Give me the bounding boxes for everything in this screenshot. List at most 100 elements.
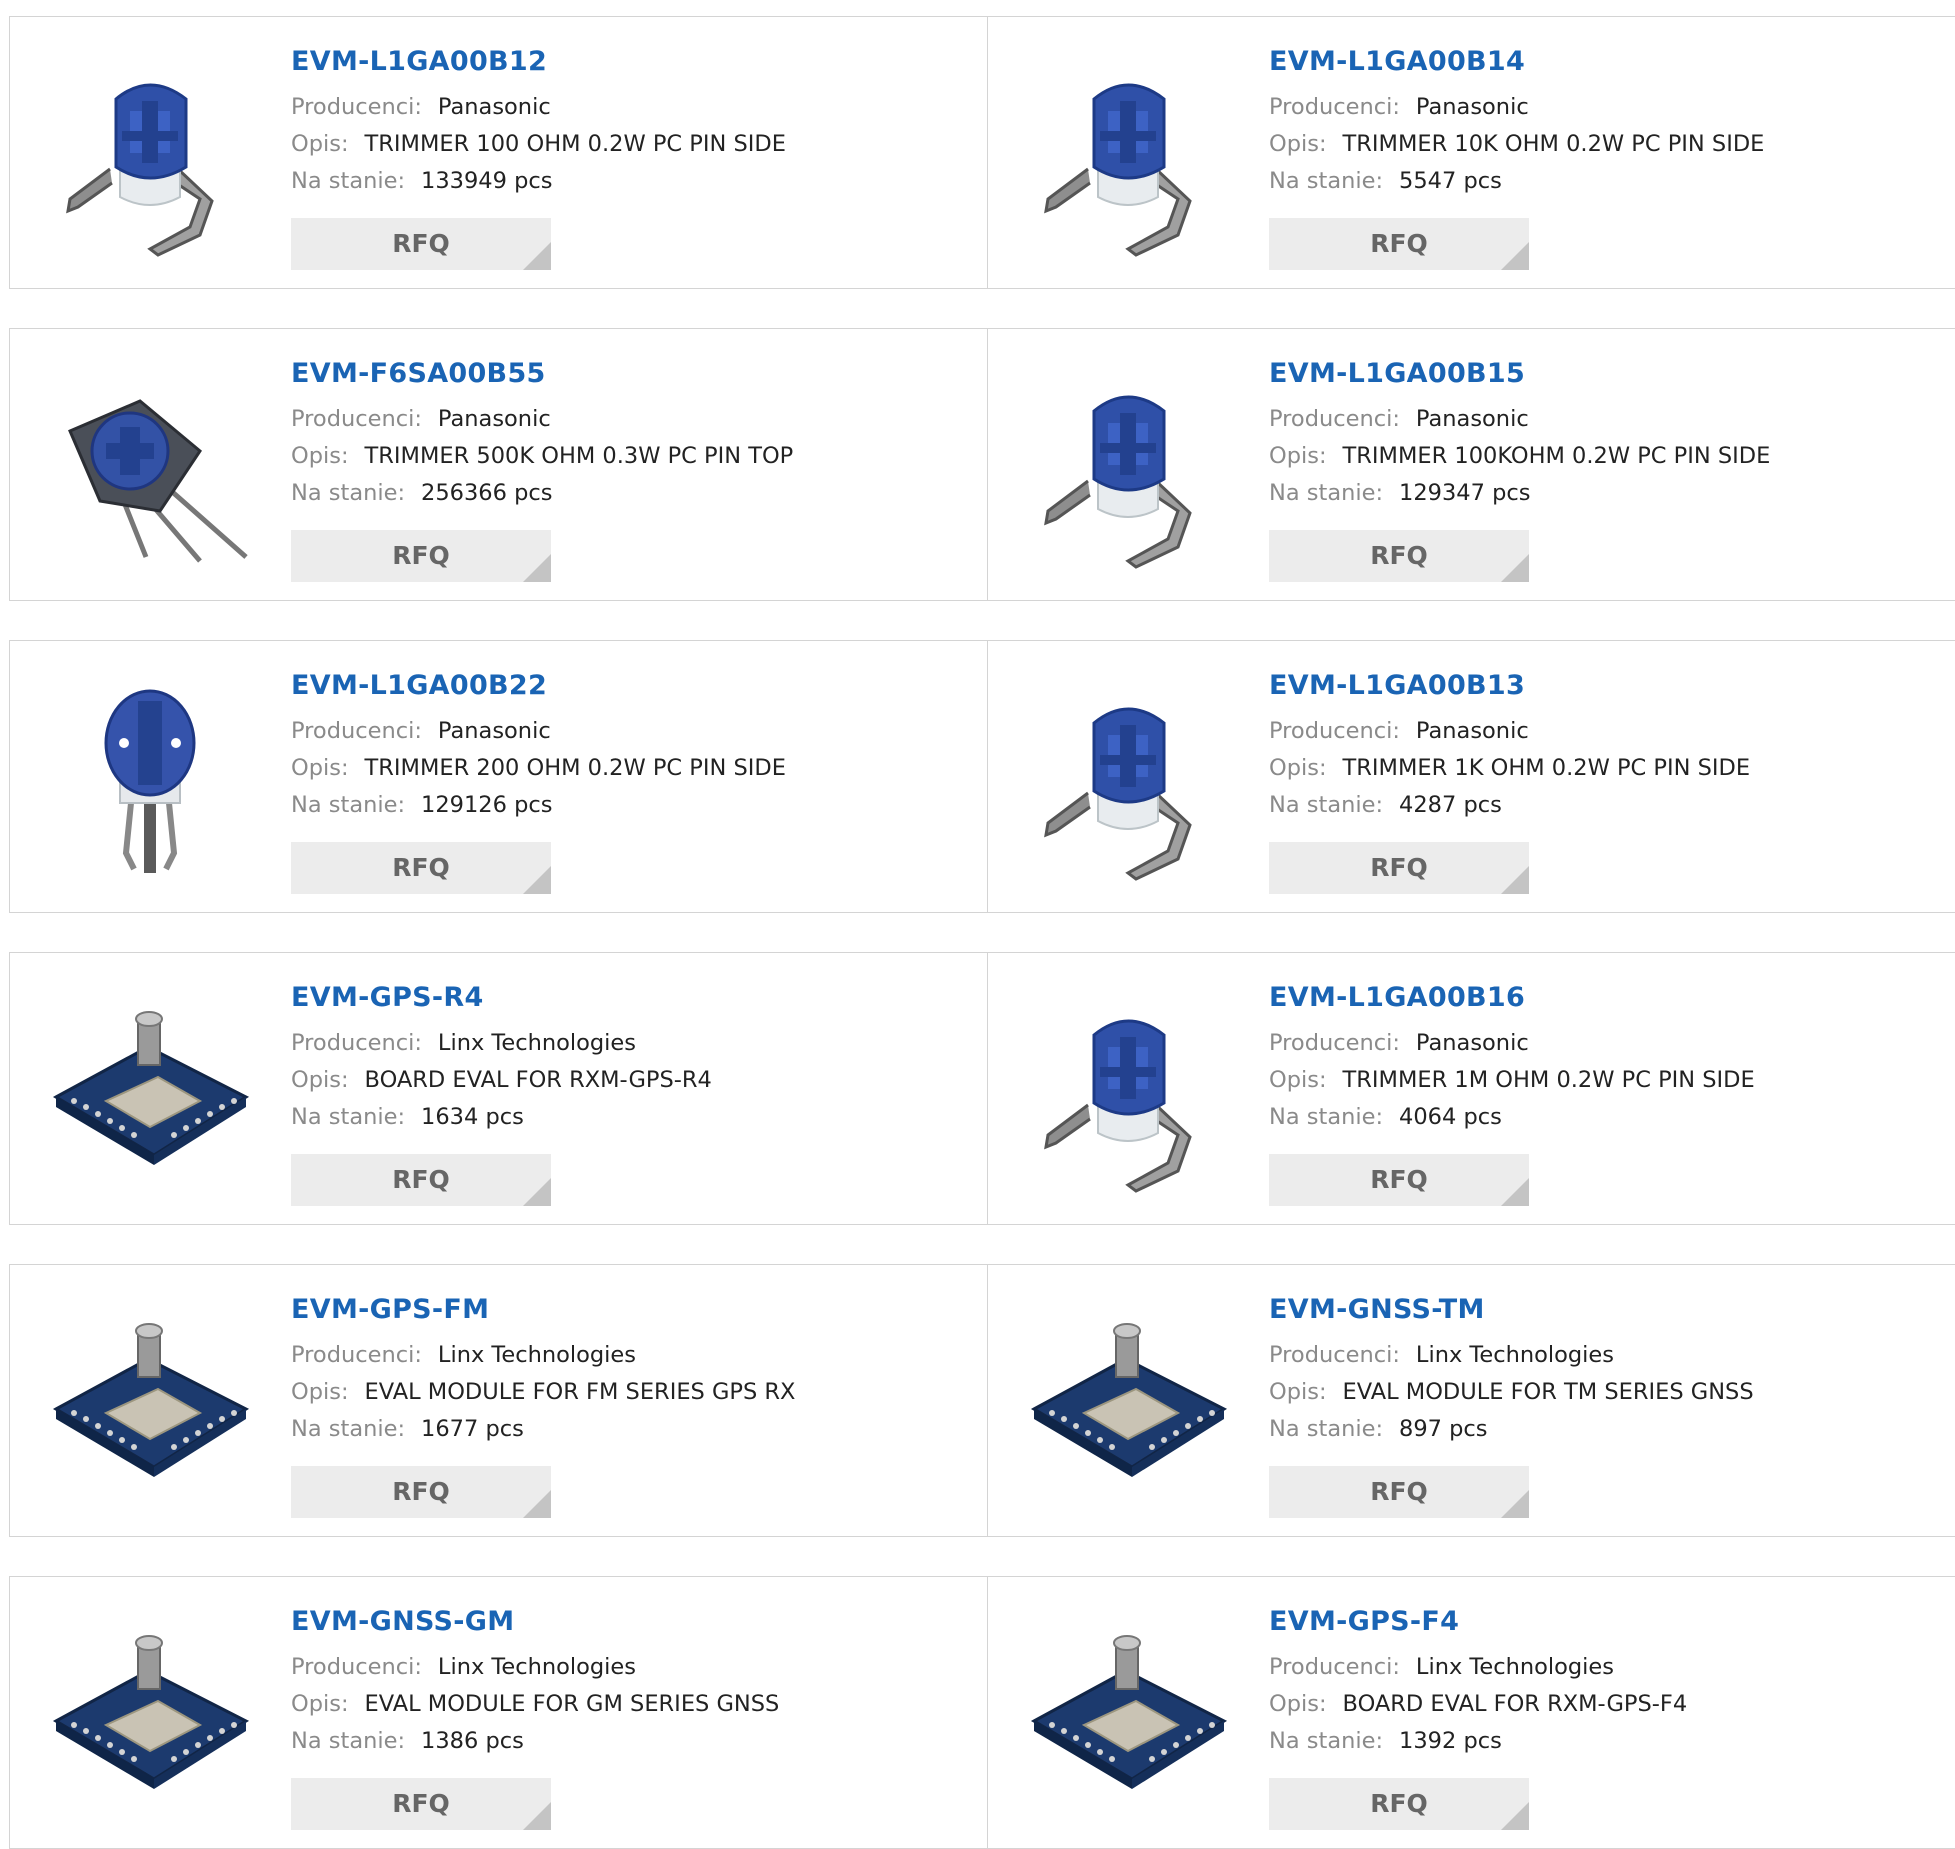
part-number-link[interactable]: EVM-F6SA00B55	[291, 357, 793, 391]
part-number-link[interactable]: EVM-GPS-FM	[291, 1293, 795, 1327]
rfq-button[interactable]: RFQ	[1269, 218, 1529, 270]
rfq-button[interactable]: RFQ	[291, 1466, 551, 1518]
rfq-button[interactable]: RFQ	[1269, 1778, 1529, 1830]
description-label: Opis:	[1269, 1379, 1327, 1405]
manufacturer-row: Producenci: Linx Technologies	[291, 1649, 779, 1686]
part-number-link[interactable]: EVM-L1GA00B12	[291, 45, 786, 79]
manufacturer-label: Producenci:	[1269, 1342, 1400, 1368]
stock-label: Na stanie:	[1269, 1728, 1384, 1754]
description-value: EVAL MODULE FOR GM SERIES GNSS	[364, 1691, 780, 1717]
part-number-link[interactable]: EVM-L1GA00B22	[291, 669, 786, 703]
product-info: EVM-GNSS-TM Producenci: Linx Technologies O…	[1269, 1293, 1754, 1448]
rfq-corner-triangle	[1501, 242, 1529, 270]
stock-row: Na stanie: 133949 pcs	[291, 163, 786, 200]
product-image[interactable]	[50, 985, 250, 1195]
rfq-button[interactable]: RFQ	[1269, 842, 1529, 894]
manufacturer-row: Producenci: Panasonic	[1269, 713, 1750, 750]
product-info: EVM-GPS-F4 Producenci: Linx Technologies Op…	[1269, 1605, 1687, 1760]
description-row: Opis: TRIMMER 100KOHM 0.2W PC PIN SIDE	[1269, 438, 1770, 475]
description-value: EVAL MODULE FOR TM SERIES GNSS	[1342, 1379, 1754, 1405]
description-label: Opis:	[291, 131, 349, 157]
rfq-button[interactable]: RFQ	[291, 1154, 551, 1206]
product-image[interactable]	[1028, 49, 1228, 259]
rfq-corner-triangle	[523, 1490, 551, 1518]
product-card: EVM-GNSS-GM Producenci: Linx Technologies O…	[10, 1577, 988, 1848]
description-row: Opis: EVAL MODULE FOR FM SERIES GPS RX	[291, 1374, 795, 1411]
product-image[interactable]	[50, 1609, 250, 1819]
rfq-label: RFQ	[392, 229, 450, 258]
stock-label: Na stanie:	[1269, 792, 1384, 818]
manufacturer-value: Linx Technologies	[437, 1342, 636, 1368]
manufacturer-value: Panasonic	[437, 718, 551, 744]
product-card: EVM-L1GA00B16 Producenci: Panasonic Opis: TR…	[988, 953, 1955, 1224]
manufacturer-label: Producenci:	[1269, 718, 1400, 744]
product-row: EVM-F6SA00B55 Producenci: Panasonic Opis: TR…	[9, 328, 1955, 601]
stock-label: Na stanie:	[1269, 168, 1384, 194]
stock-row: Na stanie: 4287 pcs	[1269, 787, 1750, 824]
rfq-label: RFQ	[392, 1789, 450, 1818]
part-number-link[interactable]: EVM-L1GA00B16	[1269, 981, 1755, 1015]
description-label: Opis:	[1269, 1691, 1327, 1717]
description-value: TRIMMER 1K OHM 0.2W PC PIN SIDE	[1342, 755, 1751, 781]
rfq-button[interactable]: RFQ	[291, 1778, 551, 1830]
manufacturer-label: Producenci:	[291, 1654, 422, 1680]
part-number-link[interactable]: EVM-GNSS-TM	[1269, 1293, 1754, 1327]
stock-value: 5547 pcs	[1399, 168, 1502, 194]
product-image[interactable]	[1028, 361, 1228, 571]
manufacturer-row: Producenci: Panasonic	[1269, 89, 1764, 126]
product-image[interactable]	[50, 361, 250, 571]
description-label: Opis:	[1269, 755, 1327, 781]
rfq-button[interactable]: RFQ	[291, 530, 551, 582]
part-number-link[interactable]: EVM-GPS-F4	[1269, 1605, 1687, 1639]
description-label: Opis:	[291, 1067, 349, 1093]
description-row: Opis: TRIMMER 200 OHM 0.2W PC PIN SIDE	[291, 750, 786, 787]
rfq-label: RFQ	[392, 1165, 450, 1194]
part-number-link[interactable]: EVM-L1GA00B14	[1269, 45, 1764, 79]
stock-row: Na stanie: 1392 pcs	[1269, 1723, 1687, 1760]
rfq-button[interactable]: RFQ	[291, 842, 551, 894]
description-row: Opis: TRIMMER 1M OHM 0.2W PC PIN SIDE	[1269, 1062, 1755, 1099]
rfq-corner-triangle	[523, 242, 551, 270]
product-card: EVM-GNSS-TM Producenci: Linx Technologies O…	[988, 1265, 1955, 1536]
product-info: EVM-GPS-R4 Producenci: Linx Technologies Op…	[291, 981, 712, 1136]
stock-label: Na stanie:	[291, 168, 406, 194]
part-number-link[interactable]: EVM-GPS-R4	[291, 981, 712, 1015]
product-row: EVM-GPS-FM Producenci: Linx Technologies Op…	[9, 1264, 1955, 1537]
manufacturer-label: Producenci:	[1269, 1030, 1400, 1056]
product-row: EVM-L1GA00B12 Producenci: Panasonic Opis: TR…	[9, 16, 1955, 289]
rfq-label: RFQ	[1370, 1165, 1428, 1194]
description-row: Opis: TRIMMER 1K OHM 0.2W PC PIN SIDE	[1269, 750, 1750, 787]
product-image[interactable]	[50, 49, 250, 259]
product-info: EVM-L1GA00B22 Producenci: Panasonic Opis: TR…	[291, 669, 786, 824]
manufacturer-label: Producenci:	[291, 1030, 422, 1056]
stock-row: Na stanie: 256366 pcs	[291, 475, 793, 512]
rfq-label: RFQ	[392, 541, 450, 570]
rfq-label: RFQ	[1370, 853, 1428, 882]
rfq-button[interactable]: RFQ	[1269, 1466, 1529, 1518]
product-image[interactable]	[1028, 1609, 1228, 1819]
product-image[interactable]	[50, 1297, 250, 1507]
part-number-link[interactable]: EVM-GNSS-GM	[291, 1605, 779, 1639]
rfq-corner-triangle	[523, 554, 551, 582]
rfq-button[interactable]: RFQ	[1269, 530, 1529, 582]
description-label: Opis:	[1269, 1067, 1327, 1093]
description-value: TRIMMER 200 OHM 0.2W PC PIN SIDE	[364, 755, 786, 781]
part-number-link[interactable]: EVM-L1GA00B13	[1269, 669, 1750, 703]
rfq-label: RFQ	[392, 853, 450, 882]
part-number-link[interactable]: EVM-L1GA00B15	[1269, 357, 1770, 391]
product-grid: EVM-L1GA00B12 Producenci: Panasonic Opis: TR…	[0, 0, 1955, 1849]
description-row: Opis: EVAL MODULE FOR TM SERIES GNSS	[1269, 1374, 1754, 1411]
stock-value: 4287 pcs	[1399, 792, 1502, 818]
manufacturer-value: Linx Technologies	[437, 1030, 636, 1056]
rfq-label: RFQ	[1370, 229, 1428, 258]
product-image[interactable]	[1028, 1297, 1228, 1507]
product-info: EVM-GNSS-GM Producenci: Linx Technologies O…	[291, 1605, 779, 1760]
stock-label: Na stanie:	[291, 1104, 406, 1130]
product-image[interactable]	[50, 673, 250, 883]
product-image[interactable]	[1028, 985, 1228, 1195]
rfq-button[interactable]: RFQ	[1269, 1154, 1529, 1206]
product-image[interactable]	[1028, 673, 1228, 883]
rfq-button[interactable]: RFQ	[291, 218, 551, 270]
description-value: TRIMMER 1M OHM 0.2W PC PIN SIDE	[1342, 1067, 1755, 1093]
manufacturer-value: Panasonic	[1415, 406, 1529, 432]
